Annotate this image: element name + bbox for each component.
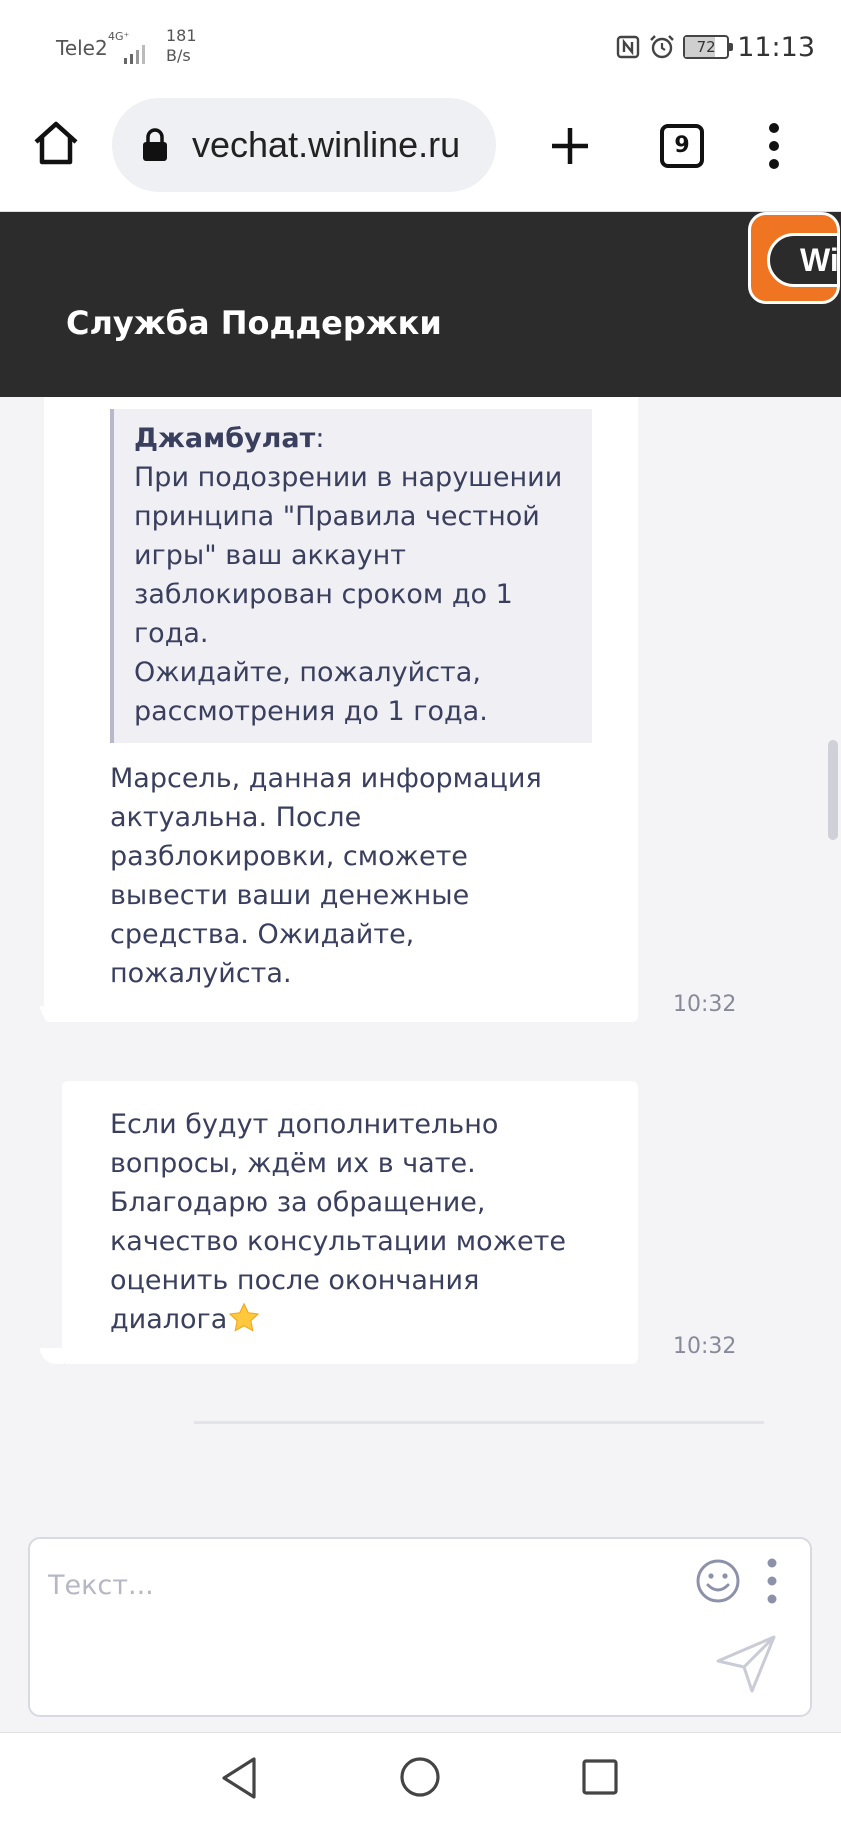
- divider: [194, 1421, 764, 1424]
- more-options-icon[interactable]: [764, 1555, 780, 1607]
- battery-level: 72: [696, 38, 716, 56]
- speed-unit: B/s: [166, 46, 191, 65]
- home-circle-icon[interactable]: [398, 1755, 442, 1799]
- quote-content: Джамбулат: При подозрении в нарушении пр…: [134, 419, 592, 731]
- emoji-icon[interactable]: [694, 1557, 742, 1605]
- message-time: 10:32: [673, 992, 737, 1017]
- quote-colon: :: [315, 423, 325, 454]
- message-bubble: Если будут дополнительно вопросы, ждём и…: [62, 1081, 638, 1364]
- message-body: Если будут дополнительно вопросы, ждём и…: [110, 1109, 566, 1335]
- logo-text: Win: [800, 242, 839, 278]
- message-composer: [28, 1537, 812, 1717]
- home-icon[interactable]: [30, 118, 82, 170]
- message-time: 10:32: [673, 1334, 737, 1359]
- back-icon[interactable]: [218, 1755, 262, 1801]
- browser-toolbar: vechat.winline.ru 9: [0, 96, 841, 212]
- message-text: Если будут дополнительно вопросы, ждём и…: [110, 1105, 630, 1339]
- quote-text: При подозрении в нарушении принципа "Пра…: [134, 462, 563, 727]
- logo-badge: Win: [767, 233, 839, 287]
- system-nav-bar: [0, 1732, 841, 1822]
- network-speed: 181 B/s: [166, 26, 197, 66]
- quoted-message: Джамбулат: При подозрении в нарушении пр…: [110, 409, 592, 743]
- star-emoji-icon: [228, 1302, 260, 1332]
- carrier-label: Tele2: [56, 36, 108, 60]
- status-bar: Tele2 4G⁺ 181 B/s 72 11:13: [0, 0, 841, 96]
- clock: 11:13: [737, 31, 815, 63]
- lock-icon: [143, 128, 167, 161]
- quote-author: Джамбулат: [134, 423, 316, 454]
- nfc-icon: [616, 35, 640, 59]
- kebab-menu-icon[interactable]: [764, 120, 784, 172]
- url-text: vechat.winline.ru: [192, 124, 461, 165]
- page-title: Служба Поддержки: [66, 304, 442, 342]
- scrollbar-thumb[interactable]: [828, 740, 838, 840]
- status-icons: 72 11:13: [615, 30, 815, 64]
- battery-icon: 72: [683, 35, 734, 59]
- bubble-tail: [40, 1348, 64, 1364]
- signal-bars-icon: [124, 45, 145, 64]
- message-input[interactable]: [48, 1563, 688, 1607]
- send-icon[interactable]: [714, 1631, 780, 1697]
- alarm-icon: [650, 35, 675, 59]
- new-tab-icon[interactable]: [548, 124, 592, 168]
- recent-apps-icon[interactable]: [580, 1757, 620, 1797]
- message-bubble: Джамбулат: При подозрении в нарушении пр…: [44, 397, 638, 1022]
- chat-header: Служба Поддержки Win: [0, 212, 841, 397]
- speed-value: 181: [166, 26, 197, 45]
- winline-logo: Win: [748, 212, 840, 304]
- message-text: Марсель, данная информация актуальна. По…: [110, 763, 542, 989]
- address-bar[interactable]: vechat.winline.ru: [112, 98, 496, 192]
- tab-switcher-button[interactable]: 9: [660, 124, 704, 168]
- bubble-tail: [40, 1006, 64, 1022]
